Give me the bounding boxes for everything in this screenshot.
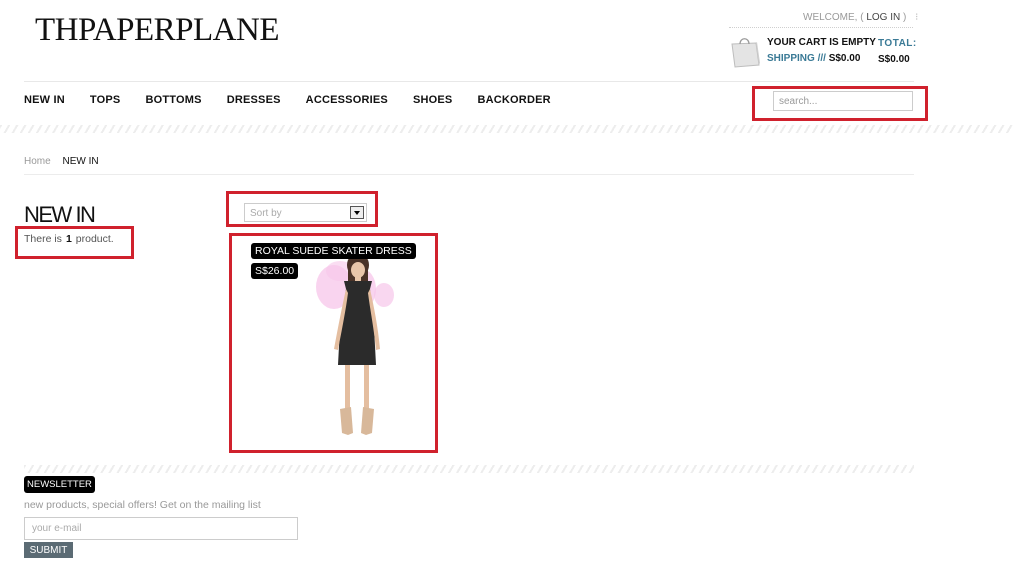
email-field[interactable] bbox=[24, 517, 298, 540]
submit-button[interactable]: SUBMIT bbox=[24, 542, 73, 558]
nav-item-tops[interactable]: TOPS bbox=[90, 94, 121, 106]
nav-item-backorder[interactable]: BACKORDER bbox=[477, 94, 550, 106]
product-card[interactable]: ROYAL SUEDE SKATER DRESS S$26.00 bbox=[234, 237, 434, 449]
header-divider bbox=[729, 27, 913, 28]
newsletter-text: new products, special offers! Get on the… bbox=[24, 499, 261, 511]
shipping-label: SHIPPING /// bbox=[767, 53, 826, 64]
nav-item-shoes[interactable]: SHOES bbox=[413, 94, 453, 106]
breadcrumb-current: NEW IN bbox=[62, 156, 99, 167]
welcome-close: ) bbox=[903, 12, 907, 23]
stripe-divider-top bbox=[0, 125, 1014, 133]
nav-item-dresses[interactable]: DRESSES bbox=[227, 94, 281, 106]
main-nav: NEW IN TOPS BOTTOMS DRESSES ACCESSORIES … bbox=[24, 94, 551, 106]
nav-item-bottoms[interactable]: BOTTOMS bbox=[145, 94, 201, 106]
newsletter-title: NEWSLETTER bbox=[24, 476, 95, 493]
chevron-down-icon[interactable] bbox=[350, 206, 364, 219]
shipping-amount: S$0.00 bbox=[828, 53, 861, 64]
search-input[interactable] bbox=[773, 91, 913, 111]
shipping-info: SHIPPING /// S$0.00 bbox=[767, 53, 860, 64]
site-logo[interactable]: THPAPERPLANE bbox=[35, 12, 280, 49]
total-value: S$0.00 bbox=[878, 54, 910, 65]
product-name[interactable]: ROYAL SUEDE SKATER DRESS bbox=[251, 243, 416, 259]
sort-select[interactable]: Sort by bbox=[244, 203, 367, 222]
breadcrumb-divider bbox=[24, 174, 914, 175]
stripe-divider-bottom bbox=[24, 465, 914, 473]
breadcrumb: Home NEW IN bbox=[24, 156, 99, 167]
login-link[interactable]: LOG IN bbox=[866, 12, 900, 23]
nav-item-new-in[interactable]: NEW IN bbox=[24, 94, 65, 106]
page-title: NEW IN bbox=[24, 202, 96, 227]
cart-status[interactable]: YOUR CART IS EMPTY bbox=[767, 37, 876, 48]
count-highlight bbox=[15, 226, 134, 259]
nav-divider bbox=[24, 81, 914, 82]
welcome-text: WELCOME, ( bbox=[803, 12, 864, 23]
total-label: TOTAL: bbox=[878, 38, 917, 49]
shopping-bag-icon[interactable] bbox=[729, 34, 761, 68]
breadcrumb-home[interactable]: Home bbox=[24, 156, 51, 167]
nav-item-accessories[interactable]: ACCESSORIES bbox=[306, 94, 388, 106]
sort-placeholder: Sort by bbox=[250, 208, 282, 219]
welcome-bar: WELCOME, ( LOG IN ) ⁝ bbox=[803, 12, 918, 23]
product-price: S$26.00 bbox=[251, 263, 299, 279]
separator-icon: ⁝ bbox=[915, 12, 919, 23]
